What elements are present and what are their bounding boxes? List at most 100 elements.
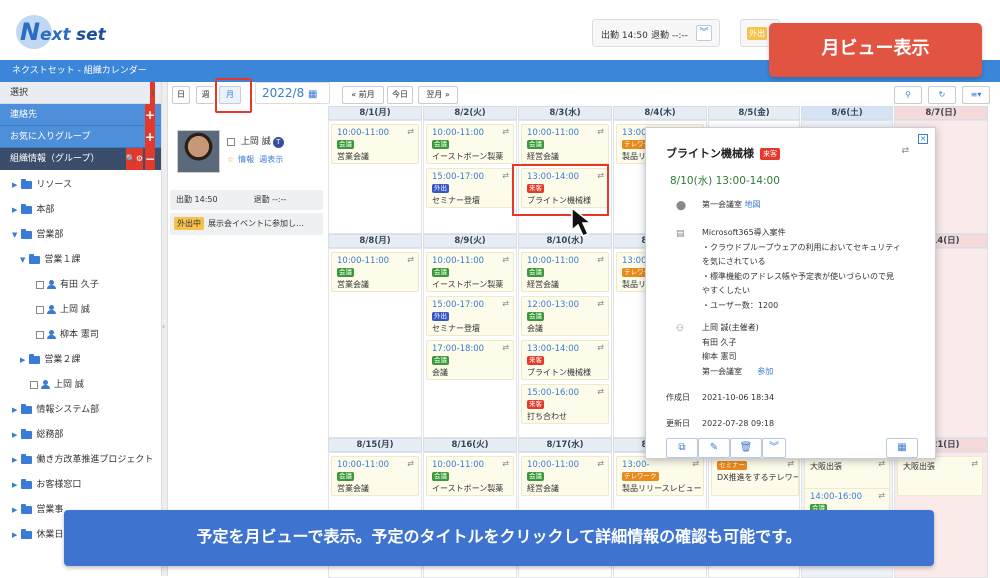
calendar-event[interactable]: 15:00-16:00 ⇄ 来客 打ち合わせ [521,384,609,424]
day-header[interactable]: 8/1(月) [328,106,422,120]
calendar-event[interactable]: 10:00-11:00 ⇄ 会議 経営会議 [521,124,609,164]
checkbox[interactable] [36,305,44,314]
tree-item-user[interactable]: 上岡 誠 [36,301,90,319]
event-title[interactable]: 会議 [527,323,543,334]
tree-item-general[interactable]: ▶ 総務部 [12,426,63,444]
edit-icon[interactable]: ✎ [698,438,730,458]
calendar-event[interactable]: 13:00-14:00 ⇄ 来客 ブライトン機械様 [521,340,609,380]
day-header[interactable]: 8/4(木) [613,106,707,120]
event-title[interactable]: DX推進をするテレワークツールとは [717,472,798,483]
day-header[interactable]: 8/2(火) [423,106,517,120]
plus-icon[interactable]: + [144,126,155,148]
delete-icon[interactable]: 🗑 [730,438,762,458]
day-header[interactable]: 8/15(月) [328,438,422,452]
chevron-down-icon[interactable]: ︾ [762,438,786,458]
checkbox[interactable] [36,280,44,289]
tree-item-hq[interactable]: ▶ 本部 [12,201,54,219]
week-view-button[interactable]: 週 [196,86,214,104]
copy-icon[interactable]: ⧉ [666,438,698,458]
star-icon[interactable]: ☆ [227,155,234,164]
event-title[interactable]: イーストボーン製薬 [432,279,503,290]
join-link[interactable]: 参加 [757,367,773,376]
close-icon[interactable]: ✕ [918,134,928,144]
checkbox[interactable] [36,330,44,339]
info-link[interactable]: 情報 [238,155,254,164]
checkbox[interactable] [227,137,235,146]
event-title[interactable]: 打ち合わせ [527,411,567,422]
sidebar-favorites[interactable]: お気に入りグループ + [0,126,161,148]
calendar-event[interactable]: ⇄ セミナー DX推進をするテレワークツールとは [711,456,799,496]
calendar-event[interactable]: ⇄ 大阪出張 [897,456,983,496]
day-header[interactable]: 8/8(月) [328,234,422,248]
calendar-event[interactable]: 12:00-13:00 ⇄ 会議 会議 [521,296,609,336]
minus-icon[interactable]: − [144,148,155,170]
tree-item-user[interactable]: 有田 久子 [36,276,99,294]
sidebar-org-info[interactable]: 組織情報（グループ） 🔍⚙ − [0,148,161,170]
day-header[interactable]: 8/5(金) [708,106,800,120]
tree-item-resource[interactable]: ▶ リソース [12,176,72,194]
event-title[interactable]: 経営会議 [527,279,559,290]
event-title[interactable]: 会議 [432,367,448,378]
map-link[interactable]: 地図 [745,200,761,209]
event-title[interactable]: 営業会議 [337,151,369,162]
calendar-event[interactable]: 10:00-11:00 ⇄ 会議 経営会議 [521,252,609,292]
event-title[interactable]: 経営会議 [527,151,559,162]
chevron-left-icon[interactable]: ‹ [150,82,155,104]
event-title[interactable]: イーストボーン製薬 [432,483,503,494]
event-title[interactable]: イーストボーン製薬 [432,151,503,162]
event-title[interactable]: セミナー登壇 [432,195,480,206]
menu-icon[interactable]: ≡▾ [962,86,990,104]
sidebar-select[interactable]: 選択 ‹ [0,82,161,104]
tree-item-user[interactable]: 上岡 誠 [30,376,84,394]
checkbox[interactable] [30,380,38,389]
search-settings-icon[interactable]: 🔍⚙ [125,148,143,170]
event-title[interactable]: 製品リ [622,151,646,162]
calendar-event[interactable]: 10:00-11:00 ⇄ 会議 イーストボーン製薬 [426,124,514,164]
day-view-button[interactable]: 日 [172,86,190,104]
user-search-icon[interactable]: ⚲ [894,86,922,104]
calendar-event[interactable]: 13:00- ⇄ テレワーク 製品リリースレビュー [616,456,704,496]
calendar-event[interactable]: 10:00-11:00 ⇄ 会議 イーストボーン製薬 [426,252,514,292]
day-header[interactable]: 8/16(火) [423,438,517,452]
calendar-event[interactable]: 15:00-17:00 ⇄ 外出 セミナー登壇 [426,168,514,208]
tree-item-project[interactable]: ▶ 働き方改革推進プロジェクト [12,451,153,469]
calendar-event[interactable]: 15:00-17:00 ⇄ 外出 セミナー登壇 [426,296,514,336]
next-month-button[interactable]: 翌月 » [418,86,458,104]
chevron-down-icon[interactable]: ︾ [696,25,712,41]
refresh-icon[interactable]: ↻ [928,86,956,104]
event-title[interactable]: ブライトン機械様 [527,367,591,378]
calendar-event[interactable]: 10:00-11:00 ⇄ 会議 営業会議 [331,124,419,164]
event-title[interactable]: 営業会議 [337,279,369,290]
calendar-add-icon[interactable]: ▦ [886,438,918,458]
profile-name[interactable]: 上岡 誠T [227,134,284,148]
day-header[interactable]: 8/3(水) [518,106,612,120]
tree-item-sales2[interactable]: ▶ 営業２課 [20,351,80,369]
calendar-event[interactable]: 17:00-18:00 ⇄ 会議 会議 [426,340,514,380]
calendar-event[interactable]: 10:00-11:00 ⇄ 会議 経営会議 [521,456,609,496]
tree-item-support[interactable]: ▶ お客様窓口 [12,476,81,494]
calendar-event[interactable]: 10:00-11:00 ⇄ 会議 イーストボーン製薬 [426,456,514,496]
tree-item-sales-office[interactable]: ▶ 営業事 [12,501,63,519]
calendar-event[interactable]: 10:00-11:00 ⇄ 会議 営業会議 [331,456,419,496]
event-title[interactable]: 製品リリースレビュー [622,483,702,494]
event-title[interactable]: 経営会議 [527,483,559,494]
event-title[interactable]: 大阪出張 [810,461,842,472]
teams-icon[interactable]: T [272,137,284,148]
tree-item-it[interactable]: ▶ 情報システム部 [12,401,99,419]
sidebar-splitter[interactable]: ‹ [162,82,168,576]
day-header[interactable]: 8/17(水) [518,438,612,452]
tree-item-sales[interactable]: ▼ 営業部 [12,226,63,244]
tree-item-holiday[interactable]: ▶ 休業日 [12,526,63,544]
event-title[interactable]: セミナー登壇 [432,323,480,334]
event-title[interactable]: 営業会議 [337,483,369,494]
tree-item-sales1[interactable]: ▼ 営業１課 [20,251,80,269]
day-header[interactable]: 8/6(土) [801,106,893,120]
date-picker[interactable]: 2022/8 ▦ [255,82,330,104]
event-title[interactable]: 製品リ [622,279,646,290]
today-button[interactable]: 今日 [387,86,413,104]
day-header[interactable]: 8/9(火) [423,234,517,248]
prev-month-button[interactable]: « 前月 [342,86,384,104]
calendar-event[interactable]: 10:00-11:00 ⇄ 会議 営業会議 [331,252,419,292]
day-header[interactable]: 8/7(日) [894,106,988,120]
plus-icon[interactable]: + [144,104,155,126]
